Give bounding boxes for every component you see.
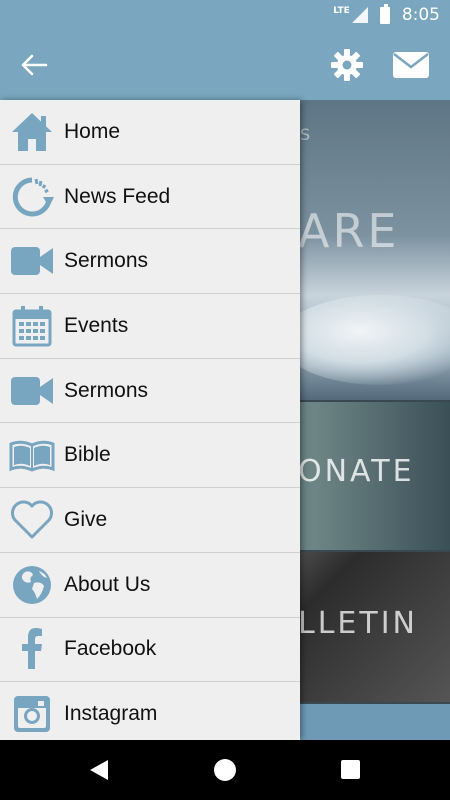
menu-item-label: Home	[64, 119, 121, 143]
menu-item-about-us[interactable]: About Us	[0, 553, 300, 618]
donate-tile-title: ONATE	[298, 454, 415, 489]
menu-item-give[interactable]: Give	[0, 488, 300, 553]
nav-recents-icon[interactable]	[341, 760, 360, 779]
network-type: LTE	[333, 6, 350, 16]
cloud-image	[280, 295, 450, 385]
instagram-icon	[0, 682, 64, 746]
refresh-icon	[0, 165, 64, 229]
status-bar: LTE 8:05	[0, 0, 450, 30]
system-nav-bar	[0, 740, 450, 800]
menu-item-news-feed[interactable]: News Feed	[0, 165, 300, 230]
facebook-icon	[0, 617, 64, 681]
messages-button[interactable]	[392, 50, 430, 80]
bulletin-tile-title: LLETIN	[298, 606, 418, 641]
menu-item-label: Give	[64, 507, 108, 531]
menu-item-label: Sermons	[64, 249, 149, 273]
globe-icon	[0, 553, 64, 617]
clock: 8:05	[401, 5, 440, 25]
nav-home-icon[interactable]	[214, 759, 236, 781]
share-tile-subtitle: S	[300, 125, 314, 144]
menu-item-label: Sermons	[64, 378, 149, 402]
arrow-back-icon	[21, 54, 48, 76]
battery-icon	[379, 3, 390, 24]
calendar-icon	[0, 294, 64, 358]
video-camera-icon	[0, 359, 64, 423]
menu-item-label: News Feed	[64, 184, 171, 208]
heart-icon	[0, 488, 64, 552]
menu-item-facebook[interactable]: Facebook	[0, 618, 300, 683]
navigation-drawer: Home News Feed Sermons Events Sermons Bi…	[0, 100, 300, 747]
share-tile-title: ARE	[298, 204, 400, 258]
home-icon	[0, 100, 64, 164]
video-camera-icon	[0, 229, 64, 293]
nav-back-icon[interactable]	[88, 758, 110, 782]
back-button[interactable]	[18, 50, 50, 80]
app-bar	[0, 30, 450, 100]
menu-item-label: Instagram	[64, 702, 158, 726]
signal-icon	[351, 7, 368, 23]
book-icon	[0, 423, 64, 487]
menu-item-label: Events	[64, 313, 129, 337]
envelope-icon	[393, 52, 429, 78]
menu-item-label: Bible	[64, 443, 111, 467]
menu-item-sermons[interactable]: Sermons	[0, 229, 300, 295]
menu-item-events[interactable]: Events	[0, 294, 300, 359]
menu-item-home[interactable]: Home	[0, 100, 300, 165]
menu-item-label: Facebook	[64, 637, 157, 661]
menu-item-label: About Us	[64, 572, 151, 596]
menu-item-bible[interactable]: Bible	[0, 423, 300, 489]
menu-item-sermons-2[interactable]: Sermons	[0, 359, 300, 424]
settings-button[interactable]	[330, 48, 364, 82]
gear-icon	[331, 49, 363, 81]
menu-item-instagram[interactable]: Instagram	[0, 682, 300, 747]
